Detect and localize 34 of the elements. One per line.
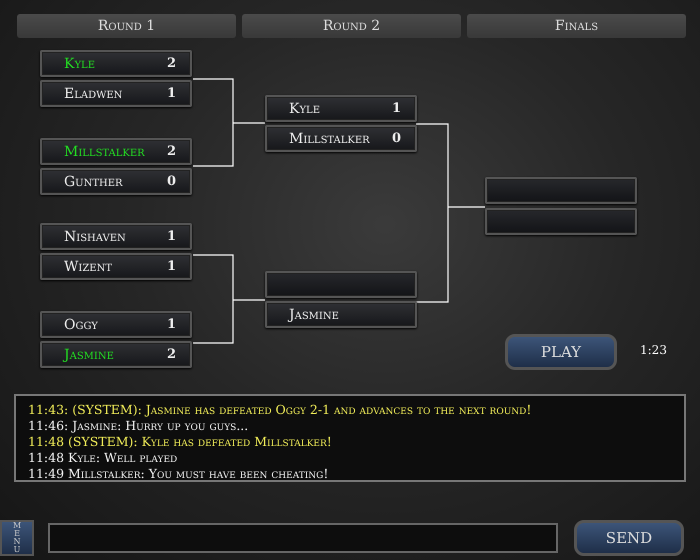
player-name: Jasmine: [289, 306, 339, 322]
score: 0: [166, 174, 176, 189]
chat-message: 11:49 Millstalker: You must have been cheating!: [28, 466, 330, 481]
round-header: Finals: [467, 14, 686, 38]
round-header: Round 2: [242, 14, 461, 38]
score: 2: [166, 56, 176, 71]
score: 1: [166, 259, 176, 274]
player-name: Wizent: [64, 258, 112, 274]
player-name: Kyle: [289, 100, 320, 116]
round-header: Round 1: [17, 14, 236, 38]
chat-message: 11:46: Jasmine: Hurry up you guys...: [28, 418, 250, 433]
send-button[interactable]: SEND: [574, 520, 684, 556]
chat-message: 11:48 (SYSTEM): Kyle has defeated Millstalker!: [28, 434, 333, 449]
chat-input[interactable]: [48, 523, 558, 553]
score: 1: [166, 317, 176, 332]
player-name: Eladwen: [64, 86, 122, 102]
player-name: Kyle: [64, 56, 96, 72]
chat-message: 11:43: (SYSTEM): Jasmine has defeated Oggy 2-1 and advances to the next round!: [28, 402, 532, 417]
chat-message: 11:48 Kyle: Well played: [28, 450, 178, 465]
score: 1: [392, 101, 401, 116]
player-name: Gunther: [64, 174, 123, 190]
play-button[interactable]: PLAY: [505, 334, 617, 370]
score: 2: [166, 144, 176, 159]
player-name: Jasmine: [64, 346, 114, 362]
score: 1: [166, 229, 176, 244]
player-name: Millstalker: [64, 144, 145, 160]
player-name: Nishaven: [64, 228, 126, 244]
score: 1: [166, 86, 176, 101]
player-name: Oggy: [64, 316, 98, 332]
menu-button[interactable]: MENU: [0, 520, 34, 556]
score: 0: [392, 131, 401, 146]
score: 2: [166, 347, 176, 362]
timer: 1:23: [640, 343, 667, 357]
player-name: Millstalker: [289, 130, 370, 146]
